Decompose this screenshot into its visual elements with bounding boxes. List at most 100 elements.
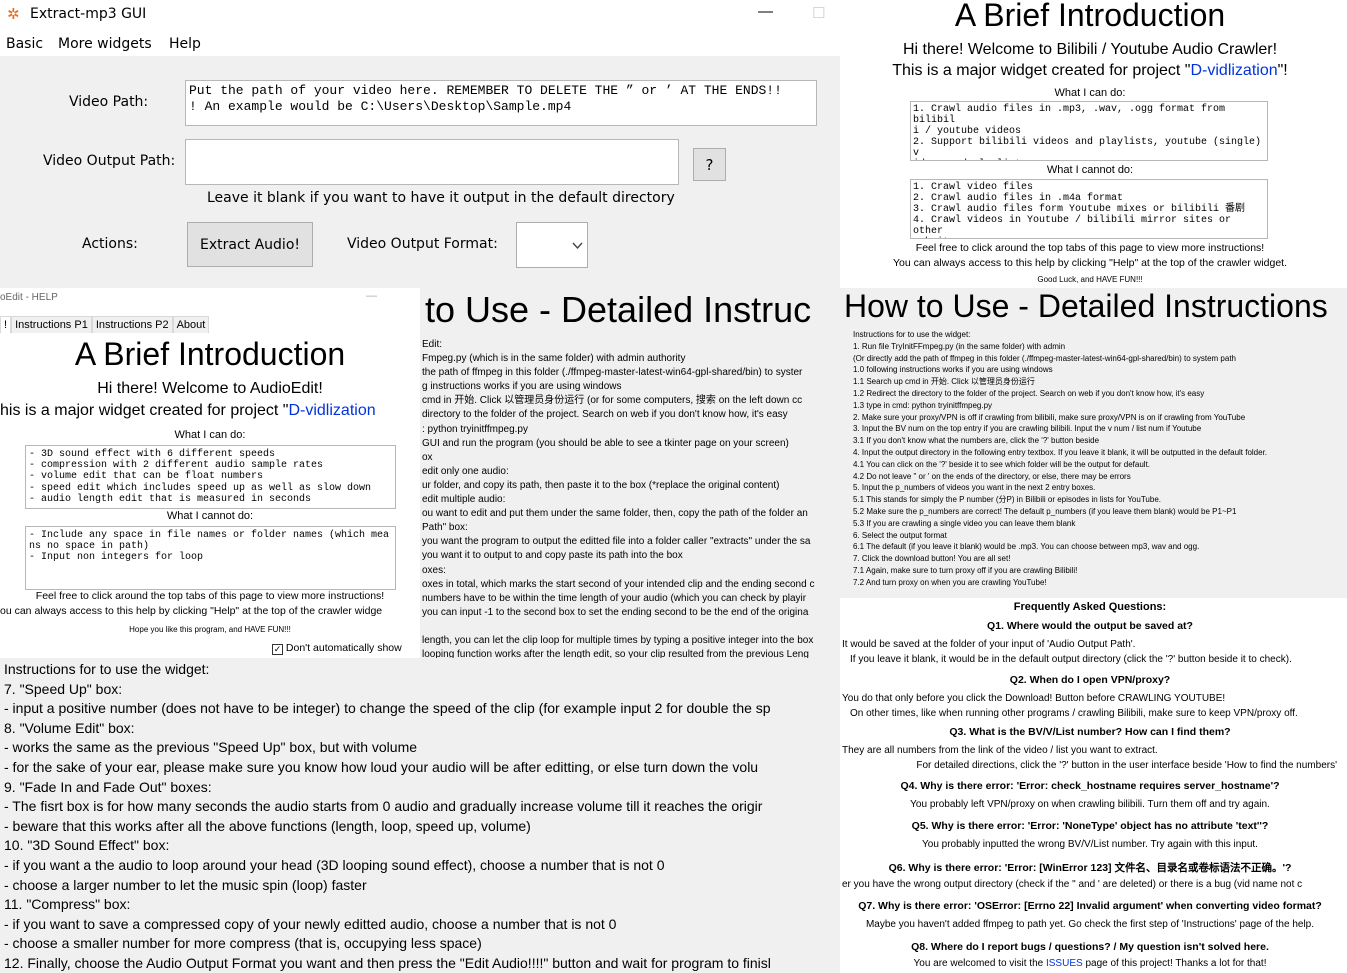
faq-answer: Maybe you haven't added ffmpeg to path y… bbox=[865, 919, 1315, 930]
crawler-welcome: Hi there! Welcome to Bilibili / Youtube … bbox=[902, 41, 1278, 58]
instruction-line: 1.3 type in cmd: python tryinitffmpeg.py bbox=[853, 400, 993, 410]
help-project-link[interactable]: D-vidlization bbox=[288, 402, 375, 419]
instruction-line: : python tryinitffmpeg.py bbox=[422, 423, 528, 435]
window-title: Extract-mp3 GUI bbox=[30, 6, 147, 22]
crawler-can-textbox[interactable]: 1. Crawl audio files in .mp3, .wav, .ogg… bbox=[910, 101, 1268, 161]
output-path-help-button[interactable]: ? bbox=[693, 148, 726, 181]
output-path-input[interactable] bbox=[185, 139, 679, 185]
menu-help[interactable]: Help bbox=[169, 36, 201, 52]
faq-answer: On other times, like when running other … bbox=[850, 708, 1298, 719]
crawler-project-link[interactable]: D-vidlization bbox=[1190, 62, 1277, 79]
faq-answer: You do that only before you click the Do… bbox=[842, 693, 1226, 704]
instruction-line: - input a positive number (does not have… bbox=[4, 700, 771, 717]
crawler-instructions-title: How to Use - Detailed Instructions bbox=[844, 288, 1328, 324]
bottom-instructions-text: Instructions for to use the widget: 7. "S… bbox=[4, 660, 771, 973]
faq-question: Q1. Where would the output be saved at? bbox=[987, 620, 1193, 632]
crawler-intro-panel: A Brief Introduction Hi there! Welcome t… bbox=[840, 0, 1347, 288]
menu-basic[interactable]: Basic bbox=[6, 36, 43, 52]
crawler-footer1: Feel free to click around the top tabs o… bbox=[915, 242, 1265, 254]
crawler-footer3: Good Luck, and HAVE FUN!!! bbox=[1037, 275, 1143, 284]
help-welcome: Hi there! Welcome to AudioEdit! bbox=[97, 380, 323, 397]
middle-panel-title: to Use - Detailed Instruc bbox=[425, 289, 812, 330]
instruction-line: GUI and run the program (you should be a… bbox=[422, 437, 789, 449]
instruction-line: you want the program to output the editt… bbox=[422, 536, 811, 548]
help-window-title: oEdit - HELP bbox=[0, 292, 58, 303]
instruction-line: 9. "Fade In and Fade Out" boxes: bbox=[4, 778, 212, 795]
instruction-line: ur folder, and copy its path, then paste… bbox=[422, 479, 780, 491]
instruction-line: 5.1 This stands for simply the P number … bbox=[853, 495, 1161, 505]
faq-q8-suffix: page of this project! Thanks a lot for t… bbox=[1082, 958, 1267, 969]
instruction-line: 1.2 Redirect the directory to the folder… bbox=[853, 388, 1205, 398]
dont-show-checkbox[interactable]: ✓ bbox=[272, 644, 283, 655]
instruction-line: 3.1 If you don't know what the numbers a… bbox=[853, 436, 1100, 446]
maximize-button[interactable]: ☐ bbox=[812, 4, 825, 22]
instruction-line: 10. "3D Sound Effect" box: bbox=[4, 837, 170, 854]
instruction-line: 7.2 And turn proxy on when you are crawl… bbox=[853, 577, 1047, 587]
help-footer1: Feel free to click around the top tabs o… bbox=[35, 590, 385, 602]
instruction-line: 7. Click the download button! You are al… bbox=[853, 554, 1011, 564]
instruction-line: 5.2 Make sure the p_numbers are correct!… bbox=[853, 506, 1237, 516]
menu-more-widgets[interactable]: More widgets bbox=[58, 36, 152, 52]
instruction-line: 7. "Speed Up" box: bbox=[4, 680, 123, 697]
instruction-line: g instructions works if you are using wi… bbox=[422, 381, 622, 393]
crawler-project-suffix: "! bbox=[1277, 62, 1288, 79]
help-minimize-button[interactable]: — bbox=[366, 290, 377, 302]
instruction-line: 1. Run file TryInitFFmpeg.py (in the sam… bbox=[853, 341, 1066, 351]
tab-about[interactable]: About bbox=[172, 316, 210, 333]
minimize-button[interactable]: — bbox=[758, 3, 773, 20]
faq-answer-q8: You are welcomed to visit the ISSUES pag… bbox=[840, 958, 1340, 969]
video-path-label: Video Path: bbox=[69, 94, 149, 110]
output-hint: Leave it blank if you want to have it ou… bbox=[207, 190, 675, 206]
instruction-line: 5.3 If you are crawling a single video y… bbox=[853, 518, 1076, 528]
instruction-line: ox bbox=[422, 451, 433, 463]
instruction-line: Instructions for to use the widget: bbox=[4, 661, 210, 677]
faq-answer: If you leave it blank, it would be in th… bbox=[850, 654, 1292, 665]
tab-intro[interactable]: ! bbox=[0, 316, 12, 333]
faq-question: Q7. Why is there error: 'OSError: [Errno… bbox=[858, 900, 1322, 912]
bottom-instructions-panel: Instructions for to use the widget: 7. "S… bbox=[0, 658, 840, 973]
help-cannot-heading: What I cannot do: bbox=[166, 510, 254, 522]
chevron-down-icon bbox=[572, 242, 583, 250]
help-footer2: ou can always access to this help by cli… bbox=[0, 605, 383, 617]
crawler-project-line: This is a major widget created for proje… bbox=[840, 62, 1340, 80]
help-footer3: Hope you like this program, and HAVE FUN… bbox=[129, 625, 291, 634]
dont-show-row: ✓ Don't automatically show bbox=[272, 642, 404, 655]
instruction-line: 1.1 Search up cmd in 开始. Click 以管理员身份运行 bbox=[853, 377, 1035, 387]
instruction-line: 11. "Compress" box: bbox=[4, 896, 131, 913]
instruction-line: - choose a larger number to let the musi… bbox=[4, 876, 367, 893]
video-path-input[interactable]: Put the path of your video here. REMEMBE… bbox=[185, 80, 817, 126]
help-title-bar: oEdit - HELP — bbox=[0, 288, 420, 310]
help-intro-title: A Brief Introduction bbox=[74, 336, 346, 372]
crawler-footer2: You can always access to this help by cl… bbox=[892, 257, 1288, 269]
instruction-line: numbers have to be within the time lengt… bbox=[422, 592, 807, 604]
instruction-line: - if you want a the audio to loop around… bbox=[4, 856, 665, 873]
crawler-cannot-heading: What I cannot do: bbox=[1046, 164, 1134, 176]
crawler-cannot-textbox[interactable]: 1. Crawl video files 2. Crawl audio file… bbox=[910, 179, 1268, 239]
instruction-line: 4.1 You can click on the '?' beside it t… bbox=[853, 459, 1151, 469]
crawler-instructions-text: Instructions for to use the widget: 1. Ru… bbox=[853, 329, 1267, 589]
tab-instructions-p2[interactable]: Instructions P2 bbox=[91, 316, 173, 333]
instruction-line: edit only one audio: bbox=[422, 465, 509, 477]
instruction-line: Path" box: bbox=[422, 522, 468, 534]
instruction-line: 2. Make sure your proxy/VPN is off if cr… bbox=[853, 412, 1246, 422]
format-select[interactable] bbox=[516, 222, 588, 268]
instruction-line: the path of ffmpeg in this folder (./ffm… bbox=[422, 367, 803, 379]
instruction-line: - choose a smaller number for more compr… bbox=[4, 935, 482, 952]
instruction-line bbox=[422, 620, 814, 634]
instruction-line: directory to the folder of the project. … bbox=[422, 409, 788, 421]
instruction-line: oxes in total, which marks the start sec… bbox=[422, 578, 815, 590]
tab-instructions-p1[interactable]: Instructions P1 bbox=[11, 316, 92, 333]
faq-answer: er you have the wrong output directory (… bbox=[842, 879, 1303, 890]
instruction-line: 1.0 following instructions works if you … bbox=[853, 365, 1053, 375]
faq-answer: For detailed directions, click the '?' b… bbox=[916, 760, 1337, 771]
faq-question: Q5. Why is there error: 'Error: 'NoneTyp… bbox=[911, 820, 1269, 832]
faq-answer: They are all numbers from the link of th… bbox=[842, 745, 1158, 756]
help-cannot-textbox[interactable]: - Include any space in file names or fol… bbox=[25, 526, 396, 590]
faq-answer: You probably inputted the wrong BV/V/Lis… bbox=[922, 839, 1258, 850]
faq-answer: It would be saved at the folder of your … bbox=[842, 639, 1136, 650]
issues-link[interactable]: ISSUES bbox=[1046, 958, 1083, 969]
help-can-textbox[interactable]: - 3D sound effect with 6 different speed… bbox=[25, 445, 396, 509]
extract-audio-button[interactable]: Extract Audio! bbox=[187, 222, 313, 267]
instruction-line: 6.1 The default (if you leave it blank) … bbox=[853, 542, 1200, 552]
instruction-line: looping function works after the length … bbox=[422, 649, 809, 658]
